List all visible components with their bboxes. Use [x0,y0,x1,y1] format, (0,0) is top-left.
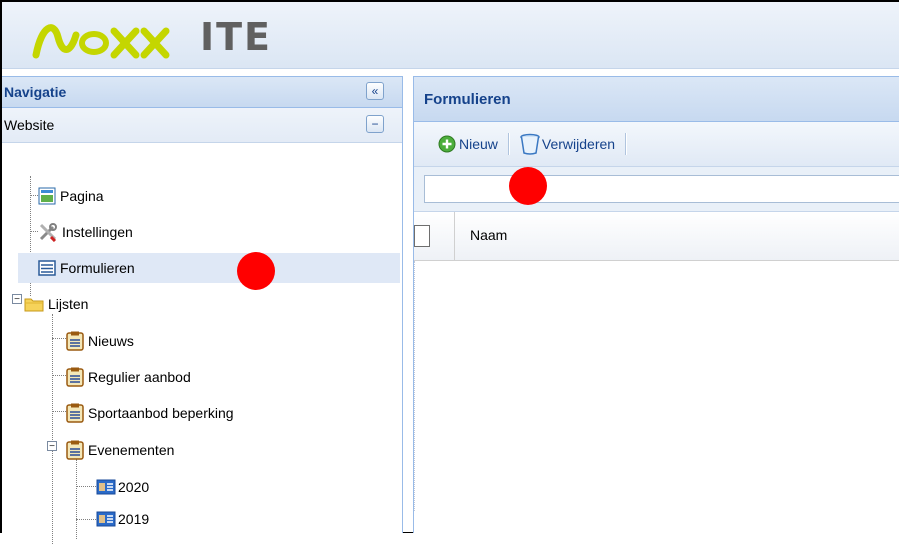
list-icon [66,331,84,351]
main-panel: Formulieren Nieuw Verwijderen Naam [413,76,899,533]
collapse-section-button[interactable]: − [366,115,384,133]
navigation-title: Navigatie [4,84,67,100]
list-icon [66,367,84,387]
tree-item-label: Sportaanbod beperking [88,405,234,421]
column-separator [454,212,455,260]
collapse-panel-button[interactable]: « [366,82,384,100]
tree-line [52,338,66,339]
navigation-header: Navigatie « [2,76,402,108]
tree-item-label: Evenementen [88,442,175,458]
tree-item-label: 2019 [118,511,150,527]
logo: ITE [32,12,272,62]
navigation-panel: Navigatie « Website − Pagina Instellinge… [2,76,403,544]
tree-item-label: 2020 [118,479,150,495]
new-button[interactable]: Nieuw [434,135,502,153]
grid-body [414,261,899,511]
filter-bar [414,167,899,212]
card-icon [96,479,116,495]
tree-line [52,411,66,412]
website-section-header[interactable]: Website − [2,108,402,143]
tree-line [52,375,66,376]
logo-text: ITE [200,15,273,59]
tree-item-label: Lijsten [48,296,89,312]
double-chevron-left-icon: « [371,84,379,98]
page-icon [38,187,56,205]
tree-item-nieuws[interactable]: Nieuws [66,326,134,356]
delete-button[interactable]: Verwijderen [516,133,619,155]
tree-item-label: Formulieren [60,260,135,276]
select-all-checkbox[interactable] [414,225,430,247]
tree-item-2019[interactable]: 2019 [96,504,149,534]
list-icon [66,440,84,460]
tree-item-label: Nieuws [88,333,134,349]
add-icon [438,135,456,153]
card-icon [96,511,116,527]
trash-icon [520,133,540,155]
tree-line [76,459,77,539]
tree-item-label: Pagina [60,188,104,204]
tools-icon [39,223,57,242]
list-icon [66,403,84,423]
form-icon [38,260,56,276]
tree-line [30,195,38,196]
tree-line [76,486,96,487]
tree-item-label: Regulier aanbod [88,369,191,385]
tree-line [30,231,38,232]
toolbar-separator [507,133,510,155]
annotation-marker [509,167,547,205]
toolbar-separator [625,133,628,155]
folder-icon [24,298,44,312]
main-toolbar: Nieuw Verwijderen [414,122,899,167]
annotation-marker [237,252,275,290]
tree-item-pagina[interactable]: Pagina [38,181,104,211]
nexxite-logo-mark [32,24,170,59]
page-title: Formulieren [424,90,511,108]
grid-header: Naam [414,212,899,261]
tree-line [52,314,53,544]
collapse-lijsten-toggle[interactable]: − [12,294,22,305]
column-header-naam[interactable]: Naam [470,227,507,243]
tree-item-label: Instellingen [62,224,133,240]
website-section-label: Website [4,117,55,133]
tree-item-evenementen[interactable]: Evenementen [66,435,174,465]
minus-icon: − [371,117,379,131]
tree-item-formulieren[interactable]: Formulieren [18,253,400,283]
tree-item-instellingen[interactable]: Instellingen [38,217,133,247]
collapse-evenementen-toggle[interactable]: − [47,441,57,452]
tree-item-sportaanbod-beperking[interactable]: Sportaanbod beperking [66,398,234,428]
search-input[interactable] [424,175,899,203]
tree-item-2020[interactable]: 2020 [96,472,149,502]
main-panel-header: Formulieren [414,76,899,122]
delete-button-label: Verwijderen [541,136,616,152]
tree-item-regulier-aanbod[interactable]: Regulier aanbod [66,362,191,392]
new-button-label: Nieuw [459,136,498,152]
tree-item-lijsten[interactable]: Lijsten [24,289,88,319]
tree-line [76,519,96,520]
app-header: ITE [2,2,899,69]
